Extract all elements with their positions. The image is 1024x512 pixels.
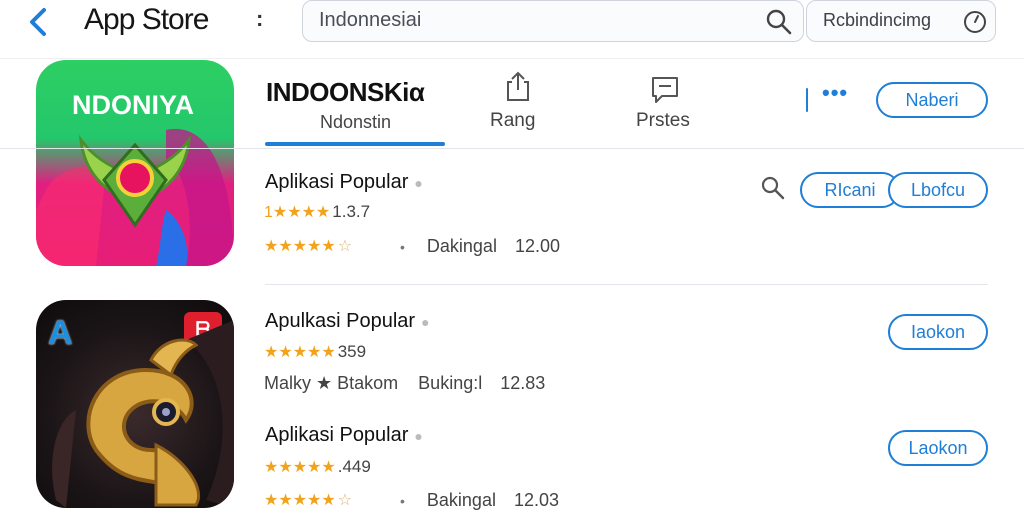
rating-stars: 1★★★★ 1.3.7 [264,202,370,222]
bullet-dot: ● [414,427,423,444]
filter-dropdown[interactable]: Rcbindincimg [806,0,996,42]
meta-left-text: Malky ★ Btakom [264,373,399,393]
stars-glyphs-secondary: ★★★★★ [264,238,336,255]
row-primary-label: Lbofcu [910,180,966,200]
row-action-label: Iaokon [910,322,966,342]
row-divider [265,284,988,285]
top-divider [0,58,1024,59]
list-item-meta: Malky ★ Btakom Buking:l 12.83 [264,373,545,394]
comment-icon [652,77,678,103]
row-secondary-label: RIcani [824,180,876,200]
more-separator [806,88,808,112]
share-icon [507,71,529,101]
more-options-button[interactable]: ••• [806,80,856,114]
row-search-icon[interactable] [760,175,786,201]
meta-value: 12.83 [500,373,546,393]
half-star-icon: ☆ [337,238,353,255]
row-secondary-button[interactable]: RIcani [800,172,900,208]
featured-app-icon[interactable]: NDONIYA [36,60,234,266]
tab-posts[interactable]: Prstes [630,74,700,134]
meta-separator: • [400,239,405,255]
stars-glyphs: ★★★★★ [264,344,336,361]
meta-label: Buking:l [418,373,483,393]
row-primary-button[interactable]: Lbofcu [888,172,988,208]
meta-label: Dakingal [426,236,497,256]
half-star-icon: ☆ [337,492,353,509]
top-bar: App Store : Indonnesiai Rcbindincimg [0,0,1024,44]
stars-glyphs: ★★★★★ [264,459,336,476]
list-item-title: Aplikasi Popular ● [265,171,423,194]
meta-value: 12.03 [513,490,559,510]
rating-value: 359 [337,342,367,361]
list-item-title-text: Aplikasi Popular [265,424,409,446]
rating-value: .449 [337,457,371,476]
header-action-button[interactable]: Naberi [876,82,988,118]
rating-stars-secondary: ★★★★★ ☆ [264,236,352,256]
list-item-meta: • Dakingal 12.00 [380,236,560,257]
list-item-title-text: Aplikasi Popular [265,171,409,193]
clock-icon [963,10,987,34]
filter-label: Rcbindincimg [823,10,932,30]
menu-icon[interactable]: : [256,6,263,32]
bullet-dot: ● [421,313,430,330]
bullet-dot: ● [414,174,423,191]
rating-stars: ★★★★★ .449 [264,457,371,477]
rating-stars-secondary: ★★★★★ ☆ [264,490,352,510]
row-action-label: Laokon [908,438,968,458]
app-emblem-icon [36,128,234,266]
list-item-meta: • Bakingal 12.03 [380,490,559,511]
back-chevron-icon[interactable] [26,4,52,40]
list-item-title: Apulkasi Popular ● [265,310,430,333]
app-store-title: App Store [84,3,209,36]
rating-value: 1.3.7 [332,202,371,221]
tab-rating[interactable]: Rang [490,110,535,132]
meta-label: Bakingal [426,490,496,510]
dragon-emblem-icon [52,320,234,508]
search-field[interactable]: Indonnesiai [302,0,804,42]
list-item-title-text: Apulkasi Popular [265,310,416,332]
row-action-button[interactable]: Iaokon [888,314,988,350]
stars-glyphs: 1★★★★ [264,204,331,221]
active-tab-underline [265,142,445,146]
list-item-title: Aplikasi Popular ● [265,424,423,447]
header-divider [0,148,1024,149]
app-title: INDOONSKiα [266,77,425,107]
row-action-button[interactable]: Laokon [888,430,988,466]
rating-stars: ★★★★★ 359 [264,342,366,362]
more-icon: ••• [822,80,849,105]
tab-posts-label: Prstes [636,110,690,131]
stars-glyphs-secondary: ★★★★★ [264,492,336,509]
search-input-text[interactable]: Indonnesiai [319,9,421,32]
search-icon[interactable] [765,8,793,36]
meta-separator: • [400,493,405,509]
app-subtitle: Ndonstin [320,112,392,132]
meta-value: 12.00 [514,236,560,256]
second-app-icon[interactable]: A ᗷ [36,300,234,508]
